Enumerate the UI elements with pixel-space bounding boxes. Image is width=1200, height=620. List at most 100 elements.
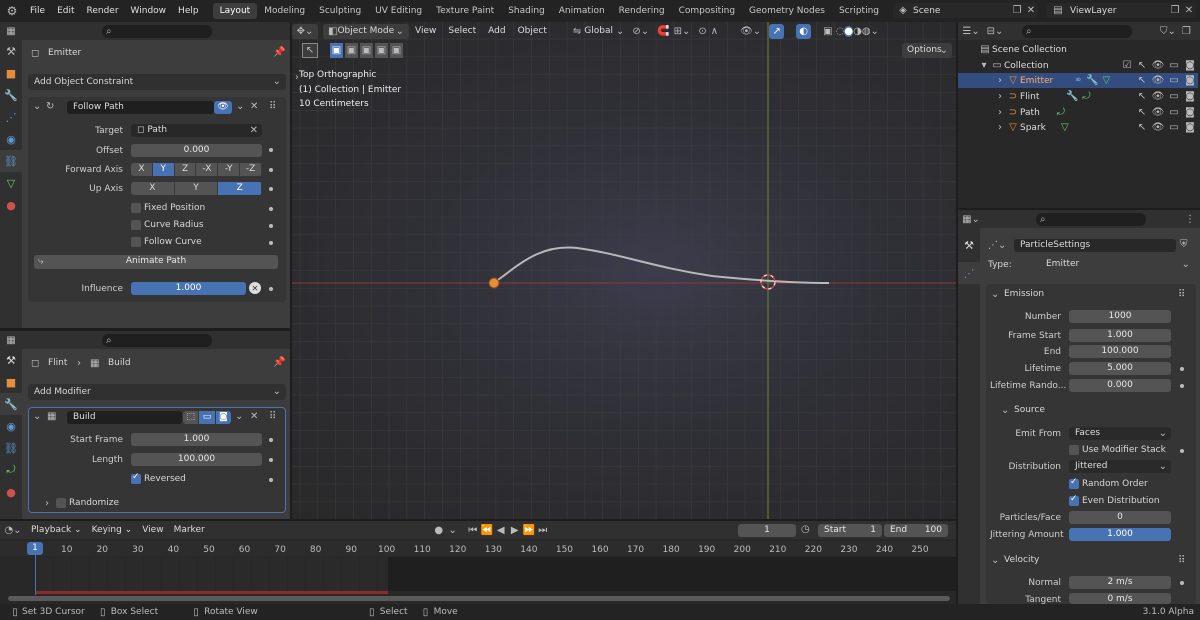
keyframe-dot[interactable] xyxy=(269,187,273,191)
expand-arrow-icon[interactable]: ▾ xyxy=(978,60,990,71)
tab-scripting[interactable]: Scripting xyxy=(832,3,886,19)
emission-title[interactable]: Emission xyxy=(1004,289,1044,299)
reversed-checkbox[interactable] xyxy=(131,472,141,484)
viewport-toggle-icon[interactable]: ▭ xyxy=(1166,60,1182,71)
proportional-edit-icon[interactable]: ⊙ xyxy=(698,26,706,37)
collapse-chevron-icon[interactable]: ⌄ xyxy=(991,289,999,300)
modifier-name-field[interactable]: Build xyxy=(67,411,182,424)
toggle-visibility-button[interactable]: 👁 xyxy=(214,101,232,114)
visibility-toggle-icon[interactable]: 👁 xyxy=(1150,91,1166,102)
lifetime-random-field[interactable]: 0.000 xyxy=(1069,379,1171,392)
new-scene-icon[interactable]: ❐ xyxy=(1010,5,1024,16)
forward-axis-neg-y[interactable]: -Y xyxy=(218,163,241,176)
orientation-selector[interactable]: ⇋ Global ⌄ xyxy=(573,26,625,37)
particle-settings-icon[interactable]: ⋰⌄ xyxy=(988,240,1006,251)
select-toggle-icon[interactable]: ↖ xyxy=(1134,91,1150,102)
target-field[interactable]: ◻ Path ✕ xyxy=(131,124,262,137)
delete-view-layer-icon[interactable]: ✕ xyxy=(1182,5,1196,16)
render-toggle-icon[interactable]: ◙ xyxy=(1182,91,1198,102)
tab-texture-paint[interactable]: Texture Paint xyxy=(429,3,501,19)
select-subtract-icon[interactable]: ▣ xyxy=(360,43,373,58)
visibility-toggle-icon[interactable]: 👁 xyxy=(1150,122,1166,133)
timeline-menu-keying[interactable]: Keying ⌄ xyxy=(87,525,138,535)
gizmo-toggle-icon[interactable]: ↗ xyxy=(769,23,785,39)
frame-start-field[interactable]: 1.000 xyxy=(1069,329,1171,342)
snap-target-icon[interactable]: ⊞⌄ xyxy=(674,26,691,37)
emitter-origin[interactable] xyxy=(488,277,500,289)
lifetime-field[interactable]: 5.000 xyxy=(1069,362,1171,375)
follow-curve-checkbox[interactable] xyxy=(131,237,141,247)
options-button[interactable]: Options ⌄ xyxy=(902,43,952,58)
dropdown-chevron-icon[interactable]: ⌄ xyxy=(235,411,243,422)
editor-type-icon[interactable]: ▦ xyxy=(0,335,22,346)
new-collection-icon[interactable]: ❐ xyxy=(1182,26,1191,37)
select-toggle-icon[interactable]: ↖ xyxy=(1134,107,1150,118)
type-dropdown[interactable]: Emitter ⌄ xyxy=(1040,258,1194,271)
timeline-menu-view[interactable]: View xyxy=(137,525,168,535)
keyframe-dot[interactable] xyxy=(1180,367,1184,371)
render-toggle-icon[interactable]: ◙ xyxy=(215,411,231,424)
search-input[interactable]: ⌕ xyxy=(102,24,212,38)
forward-axis-neg-x[interactable]: -X xyxy=(196,163,219,176)
jittering-amount-slider[interactable]: 1.000 xyxy=(1069,528,1171,541)
animate-path-button[interactable]: ⤷ Animate Path xyxy=(34,255,278,269)
editor-type-icon[interactable]: ☰⌄ xyxy=(958,26,984,37)
select-extend-icon[interactable]: ▣ xyxy=(345,43,358,58)
tangent-field[interactable]: 0 m/s xyxy=(1069,593,1171,604)
visibility-icon[interactable]: 👁⌄ xyxy=(740,26,761,37)
menu-window[interactable]: Window xyxy=(125,6,173,16)
tab-compositing[interactable]: Compositing xyxy=(672,3,742,19)
view-layer-selector[interactable]: ▤ ViewLayer ❐ ✕ xyxy=(1046,3,1196,18)
expand-arrow-icon[interactable]: › xyxy=(994,107,1006,118)
prev-keyframe-icon[interactable]: ⏪ xyxy=(480,525,494,536)
tab-animation[interactable]: Animation xyxy=(552,3,612,19)
forward-axis-selector[interactable]: X Y Z -X -Y -Z xyxy=(131,163,262,176)
visibility-toggle-icon[interactable]: 👁 xyxy=(1150,75,1166,86)
tab-uv-editing[interactable]: UV Editing xyxy=(368,3,429,19)
pin-icon[interactable]: 📌 xyxy=(273,357,285,368)
influence-slider[interactable]: 1.000 xyxy=(131,282,246,295)
timeline-scrollbar[interactable] xyxy=(8,596,950,601)
particles-face-field[interactable]: 0 xyxy=(1069,511,1171,524)
select-invert-icon[interactable]: ▣ xyxy=(375,43,388,58)
forward-axis-z[interactable]: Z xyxy=(174,163,197,176)
exclude-checkbox-icon[interactable]: ☑ xyxy=(1120,60,1134,71)
keyframe-dot[interactable] xyxy=(269,168,273,172)
start-frame-field[interactable]: Start 1 xyxy=(818,524,882,537)
options-dots-icon[interactable]: ⋮ xyxy=(1180,214,1200,225)
tool-tab-icon[interactable]: ⚒ xyxy=(0,349,22,371)
velocity-title[interactable]: Velocity xyxy=(1004,555,1039,565)
data-tab-icon[interactable]: ⤾ xyxy=(0,459,22,481)
viewport-menu-object[interactable]: Object xyxy=(512,26,553,36)
viewport-toggle-icon[interactable]: ▭ xyxy=(1166,75,1182,86)
keyframe-dot[interactable] xyxy=(269,148,273,152)
solid-shading-icon[interactable]: ● xyxy=(844,25,854,37)
select-toggle-icon[interactable]: ↖ xyxy=(1134,122,1150,133)
tab-geometry-nodes[interactable]: Geometry Nodes xyxy=(742,3,832,19)
timeline-menu-playback[interactable]: Playback ⌄ xyxy=(26,525,87,535)
blender-logo-icon[interactable]: ⚙ xyxy=(0,4,24,18)
shading-options-icon[interactable]: ⌄ xyxy=(871,26,879,37)
clear-target-icon[interactable]: ✕ xyxy=(250,124,258,137)
editor-type-icon[interactable]: ◔⌄ xyxy=(0,525,26,536)
keyframe-dot[interactable] xyxy=(269,241,273,245)
drag-handle-icon[interactable]: ⠿ xyxy=(1178,289,1185,300)
outliner-row-path[interactable]: › ⊃ Path ⤾ ↖ 👁 ▭ ◙ xyxy=(958,105,1198,120)
collapse-chevron-icon[interactable]: ⌄ xyxy=(991,555,999,566)
display-mode-icon[interactable]: ⊟⌄ xyxy=(984,26,1006,37)
emit-from-dropdown[interactable]: Faces ⌄ xyxy=(1069,427,1171,440)
snap-icon[interactable]: 🧲 xyxy=(657,26,669,37)
menu-render[interactable]: Render xyxy=(81,6,125,16)
play-reverse-icon[interactable]: ◀ xyxy=(494,525,508,536)
select-toggle-icon[interactable]: ↖ xyxy=(1134,60,1150,71)
search-input[interactable]: ⌕ xyxy=(102,333,212,347)
viewport-toggle-icon[interactable]: ▭ xyxy=(1166,107,1182,118)
rendered-shading-icon[interactable]: ◍ xyxy=(862,26,871,37)
mode-selector[interactable]: ◧ Object Mode ⌄ xyxy=(323,23,409,39)
viewport-menu-add[interactable]: Add xyxy=(482,26,511,36)
keyframe-dot[interactable] xyxy=(1180,449,1184,453)
viewport-menu-view[interactable]: View xyxy=(409,26,442,36)
filter-icon[interactable]: ⛉⌄ xyxy=(1160,26,1176,37)
overlay-toggle-icon[interactable]: ◐ xyxy=(796,23,812,39)
outliner-row-flint[interactable]: › ⊃ Flint 🔧 ⤾ ↖ 👁 ▭ ◙ xyxy=(958,89,1198,104)
